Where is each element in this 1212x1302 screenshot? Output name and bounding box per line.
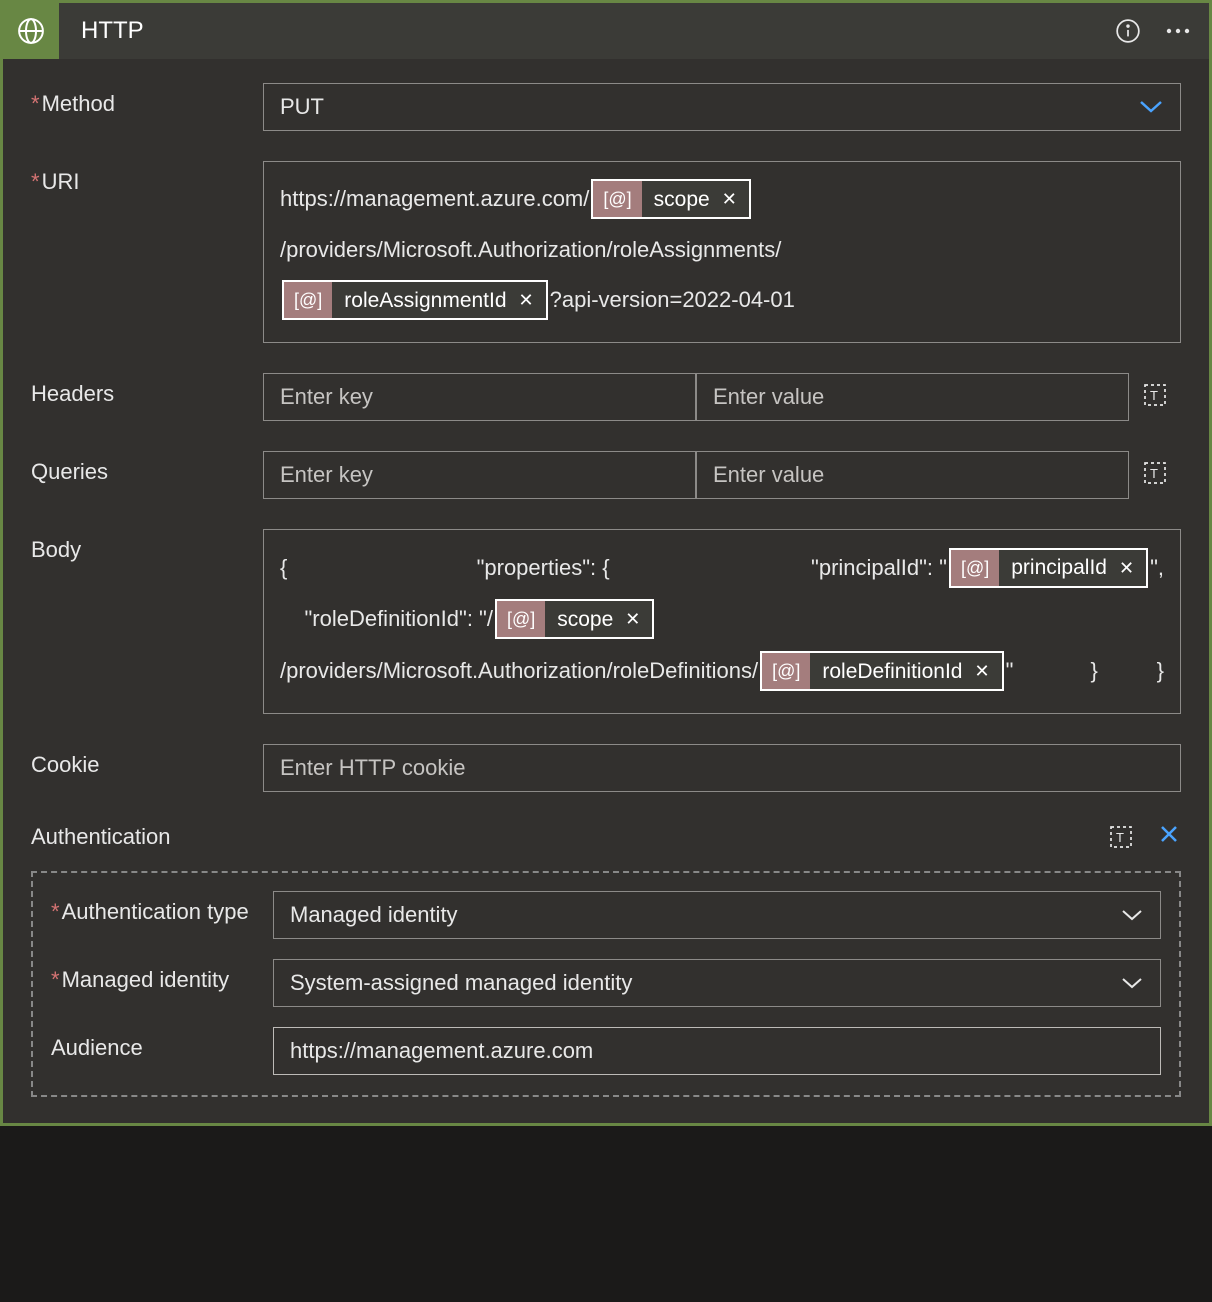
header-key-input[interactable]	[263, 373, 696, 421]
headers-label: Headers	[31, 373, 263, 407]
token-remove-icon[interactable]: ✕	[974, 662, 989, 680]
header-value-input[interactable]	[696, 373, 1129, 421]
at-icon: [@]	[497, 601, 545, 637]
authentication-section: *Authentication type Managed identity *M…	[31, 871, 1181, 1097]
switch-mode-icon[interactable]: T	[1143, 383, 1167, 407]
query-value-input[interactable]	[696, 451, 1129, 499]
cookie-label: Cookie	[31, 744, 263, 778]
token-principalid[interactable]: [@] principalId✕	[949, 548, 1148, 588]
auth-type-select[interactable]: Managed identity	[273, 891, 1161, 939]
queries-row	[263, 451, 1129, 499]
token-remove-icon[interactable]: ✕	[1119, 559, 1134, 577]
method-label: *Method	[31, 83, 263, 117]
at-icon: [@]	[284, 282, 332, 318]
close-icon[interactable]	[1157, 822, 1181, 853]
token-remove-icon[interactable]: ✕	[625, 610, 640, 628]
managed-identity-select[interactable]: System-assigned managed identity	[273, 959, 1161, 1007]
token-remove-icon[interactable]: ✕	[722, 190, 737, 208]
info-icon[interactable]	[1115, 18, 1141, 44]
card-header: HTTP	[3, 3, 1209, 59]
svg-text:T: T	[1116, 830, 1124, 845]
queries-label: Queries	[31, 451, 263, 485]
chevron-down-icon	[1120, 902, 1144, 928]
audience-label: Audience	[51, 1027, 273, 1061]
at-icon: [@]	[593, 181, 641, 217]
token-scope-body[interactable]: [@] scope✕	[495, 599, 654, 639]
uri-label: *URI	[31, 161, 263, 195]
authentication-label: Authentication	[31, 824, 170, 850]
http-globe-icon	[3, 3, 59, 59]
at-icon: [@]	[951, 550, 999, 586]
http-action-card: HTTP *Method PUT	[0, 0, 1212, 1126]
svg-text:T: T	[1150, 466, 1158, 481]
method-select[interactable]: PUT	[263, 83, 1181, 131]
managed-identity-label: *Managed identity	[51, 959, 273, 993]
at-icon: [@]	[762, 653, 810, 689]
switch-mode-icon[interactable]: T	[1109, 825, 1133, 849]
uri-input[interactable]: https://management.azure.com/ [@] scope✕…	[263, 161, 1181, 343]
cookie-input[interactable]	[263, 744, 1181, 792]
more-icon[interactable]	[1165, 28, 1191, 34]
card-title: HTTP	[81, 17, 1115, 45]
token-roleassignmentid[interactable]: [@] roleAssignmentId✕	[282, 280, 548, 320]
svg-text:T: T	[1150, 388, 1158, 403]
token-remove-icon[interactable]: ✕	[519, 291, 534, 309]
switch-mode-icon[interactable]: T	[1143, 461, 1167, 485]
chevron-down-icon	[1120, 970, 1144, 996]
auth-type-label: *Authentication type	[51, 891, 273, 925]
token-scope[interactable]: [@] scope✕	[591, 179, 750, 219]
body-input[interactable]: { "properties": { "principalId": " [@] p…	[263, 529, 1181, 714]
token-roledefinitionid[interactable]: [@] roleDefinitionId✕	[760, 651, 1003, 691]
chevron-down-icon	[1138, 94, 1164, 120]
query-key-input[interactable]	[263, 451, 696, 499]
headers-row	[263, 373, 1129, 421]
body-label: Body	[31, 529, 263, 563]
audience-input[interactable]	[273, 1027, 1161, 1075]
